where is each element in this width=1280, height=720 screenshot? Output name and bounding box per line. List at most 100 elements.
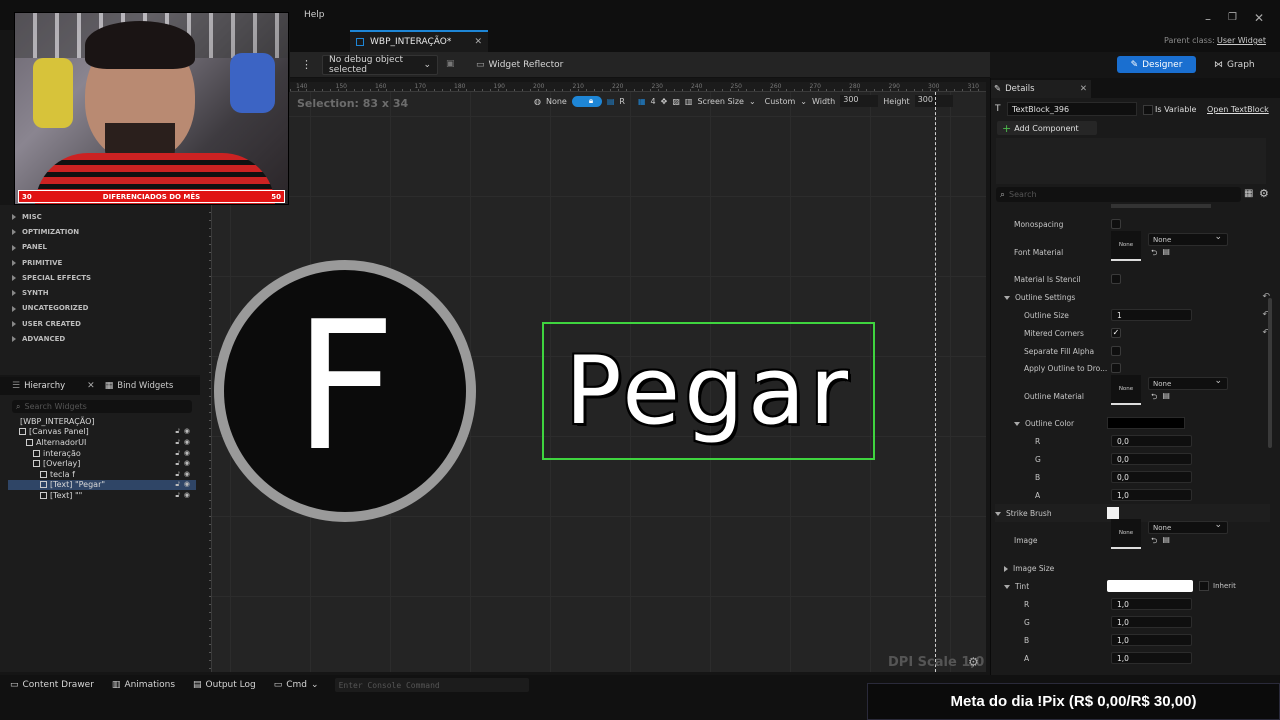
- close-tab-icon[interactable]: ✕: [474, 37, 482, 47]
- palette-category[interactable]: PRIMITIVE: [0, 255, 200, 270]
- tree-row[interactable]: interação 🔓︎ ◉: [8, 448, 196, 459]
- unlock-icon[interactable]: 🔓︎: [175, 491, 180, 500]
- image-dropdown[interactable]: None: [1148, 520, 1228, 534]
- image-thumbnail[interactable]: None: [1111, 519, 1141, 549]
- palette-category[interactable]: OPTIMIZATION: [0, 224, 200, 239]
- tint-row[interactable]: Tint Inherit: [995, 577, 1270, 595]
- tree-row[interactable]: [Canvas Panel] 🔓︎ ◉: [8, 427, 196, 438]
- palette-category[interactable]: USER CREATED: [0, 316, 200, 331]
- cmd-dropdown[interactable]: ▭ Cmd ⌄: [272, 675, 321, 695]
- debug-filter-icon[interactable]: ▣: [446, 59, 455, 69]
- eye-icon[interactable]: ◉: [184, 470, 190, 479]
- designer-canvas[interactable]: Selection: 83 x 34 ◍ None 🔒︎ ▤ R ▦ 4 ✥ ▨…: [212, 92, 986, 672]
- console-command-input[interactable]: Enter Console Command: [334, 678, 529, 692]
- eye-icon[interactable]: ◉: [184, 427, 190, 436]
- unlock-icon[interactable]: 🔓︎: [175, 427, 180, 436]
- animations-button[interactable]: ▥ Animations: [110, 675, 177, 695]
- width-input[interactable]: 300: [840, 95, 879, 107]
- widget-reflector-button[interactable]: ▭ Widget Reflector: [470, 55, 569, 75]
- eye-icon[interactable]: ◉: [184, 438, 190, 447]
- tint-r-input[interactable]: 1,0: [1111, 598, 1192, 610]
- tree-row[interactable]: AlternadorUI 🔓︎ ◉: [8, 437, 196, 448]
- close-details-icon[interactable]: ✕: [1080, 84, 1087, 94]
- widget-name-input[interactable]: TextBlock_396: [1007, 102, 1137, 116]
- strike-brush-swatch[interactable]: [1107, 507, 1119, 519]
- outline-b-input[interactable]: 0,0: [1111, 471, 1192, 483]
- tint-swatch[interactable]: [1107, 580, 1193, 592]
- palette-category[interactable]: UNCATEGORIZED: [0, 301, 200, 316]
- tree-row[interactable]: [Overlay] 🔓︎ ◉: [8, 458, 196, 469]
- screen-size-dropdown[interactable]: Screen Size: [697, 97, 743, 106]
- tint-b-input[interactable]: 1,0: [1111, 634, 1192, 646]
- property-matrix-icon[interactable]: ▦: [1244, 188, 1253, 199]
- tint-g-input[interactable]: 1,0: [1111, 616, 1192, 628]
- font-material-thumbnail[interactable]: None: [1111, 231, 1141, 261]
- grid-snap-icon[interactable]: ▦: [638, 97, 646, 106]
- tecla-f-circle[interactable]: F: [214, 260, 476, 522]
- unlock-icon[interactable]: 🔓︎: [175, 459, 180, 468]
- restore-icon[interactable]: ❐: [1228, 12, 1237, 23]
- close-window-icon[interactable]: ✕: [1254, 11, 1264, 25]
- eye-icon[interactable]: ◉: [184, 449, 190, 458]
- outline-material-dropdown[interactable]: None: [1148, 376, 1228, 390]
- rotate-icon[interactable]: R: [619, 97, 625, 106]
- localization-preview[interactable]: None: [546, 97, 567, 106]
- fill-screen-dropdown[interactable]: Custom: [765, 97, 796, 106]
- eye-icon[interactable]: ◉: [184, 480, 190, 489]
- material-is-stencil-checkbox[interactable]: [1111, 274, 1121, 284]
- palette-category[interactable]: PANEL: [0, 240, 200, 255]
- unlock-icon[interactable]: 🔓︎: [175, 480, 180, 489]
- tab-details[interactable]: ✎ Details ✕: [991, 80, 1091, 98]
- close-hierarchy-icon[interactable]: ✕: [87, 381, 95, 391]
- globe-icon[interactable]: ◍: [534, 97, 541, 106]
- palette-category[interactable]: SYNTH: [0, 285, 200, 300]
- pegar-text-block[interactable]: Pegar: [542, 322, 875, 460]
- output-log-button[interactable]: ▤ Output Log: [191, 675, 258, 695]
- outline-color-swatch[interactable]: [1107, 417, 1185, 429]
- height-input[interactable]: 300: [914, 95, 953, 107]
- eye-icon[interactable]: ◉: [184, 459, 190, 468]
- outline-a-input[interactable]: 1,0: [1111, 489, 1192, 501]
- outline-size-input[interactable]: 1: [1111, 309, 1192, 321]
- kebab-menu-icon[interactable]: ⋮: [301, 58, 312, 71]
- outline-color-row[interactable]: Outline Color: [995, 414, 1270, 432]
- tab-hierarchy[interactable]: Hierarchy: [24, 381, 65, 391]
- outline-r-input[interactable]: 0,0: [1111, 435, 1192, 447]
- browse-arrow-icon[interactable]: ⮌: [1151, 247, 1157, 261]
- browse-arrow-icon[interactable]: ⮌: [1151, 391, 1157, 405]
- open-textblock-link[interactable]: Open TextBlock: [1207, 105, 1269, 114]
- debug-object-dropdown[interactable]: No debug object selected ⌄: [322, 55, 438, 75]
- minimize-icon[interactable]: –: [1205, 12, 1211, 26]
- graph-mode-button[interactable]: ⋈ Graph: [1208, 56, 1261, 73]
- folder-icon[interactable]: ▤: [1162, 535, 1170, 549]
- layout-icon[interactable]: ▤: [607, 97, 615, 106]
- image-icon[interactable]: ▨: [672, 97, 680, 106]
- image-size-row[interactable]: Image Size: [995, 559, 1270, 577]
- tree-row[interactable]: [Text] "" 🔓︎ ◉: [8, 490, 196, 501]
- tree-row[interactable]: tecla f 🔓︎ ◉: [8, 469, 196, 480]
- unlock-icon[interactable]: 🔓︎: [175, 438, 180, 447]
- folder-icon[interactable]: ▤: [1162, 247, 1170, 261]
- respawn-icon[interactable]: ✥: [661, 97, 668, 106]
- gear-icon[interactable]: ⚙: [968, 655, 979, 669]
- tree-row[interactable]: [WBP_INTERAÇÃO]: [8, 416, 196, 427]
- unlock-icon[interactable]: 🔓︎: [175, 470, 180, 479]
- tint-a-input[interactable]: 1,0: [1111, 652, 1192, 664]
- tab-wbp-interacao[interactable]: WBP_INTERAÇÃO* ✕: [350, 30, 488, 52]
- palette-category[interactable]: ADVANCED: [0, 331, 200, 346]
- inherit-checkbox[interactable]: [1199, 581, 1209, 591]
- outline-settings-row[interactable]: Outline Settings ↶: [995, 288, 1270, 306]
- separate-fill-alpha-checkbox[interactable]: [1111, 346, 1121, 356]
- search-widgets-input[interactable]: Search Widgets: [24, 402, 86, 411]
- details-search-input[interactable]: Search: [1009, 190, 1036, 199]
- designer-mode-button[interactable]: ✎ Designer: [1117, 56, 1196, 73]
- outline-g-input[interactable]: 0,0: [1111, 453, 1192, 465]
- content-drawer-button[interactable]: ▭ Content Drawer: [8, 675, 96, 695]
- lock-toggle[interactable]: 🔒︎: [571, 95, 602, 107]
- outline-material-thumbnail[interactable]: None: [1111, 375, 1141, 405]
- gear-icon[interactable]: ⚙: [1259, 187, 1269, 200]
- palette-category[interactable]: SPECIAL EFFECTS: [0, 270, 200, 285]
- parent-class-link[interactable]: User Widget: [1217, 36, 1266, 45]
- ruler-icon[interactable]: ▥: [685, 97, 693, 106]
- browse-arrow-icon[interactable]: ⮌: [1151, 535, 1157, 549]
